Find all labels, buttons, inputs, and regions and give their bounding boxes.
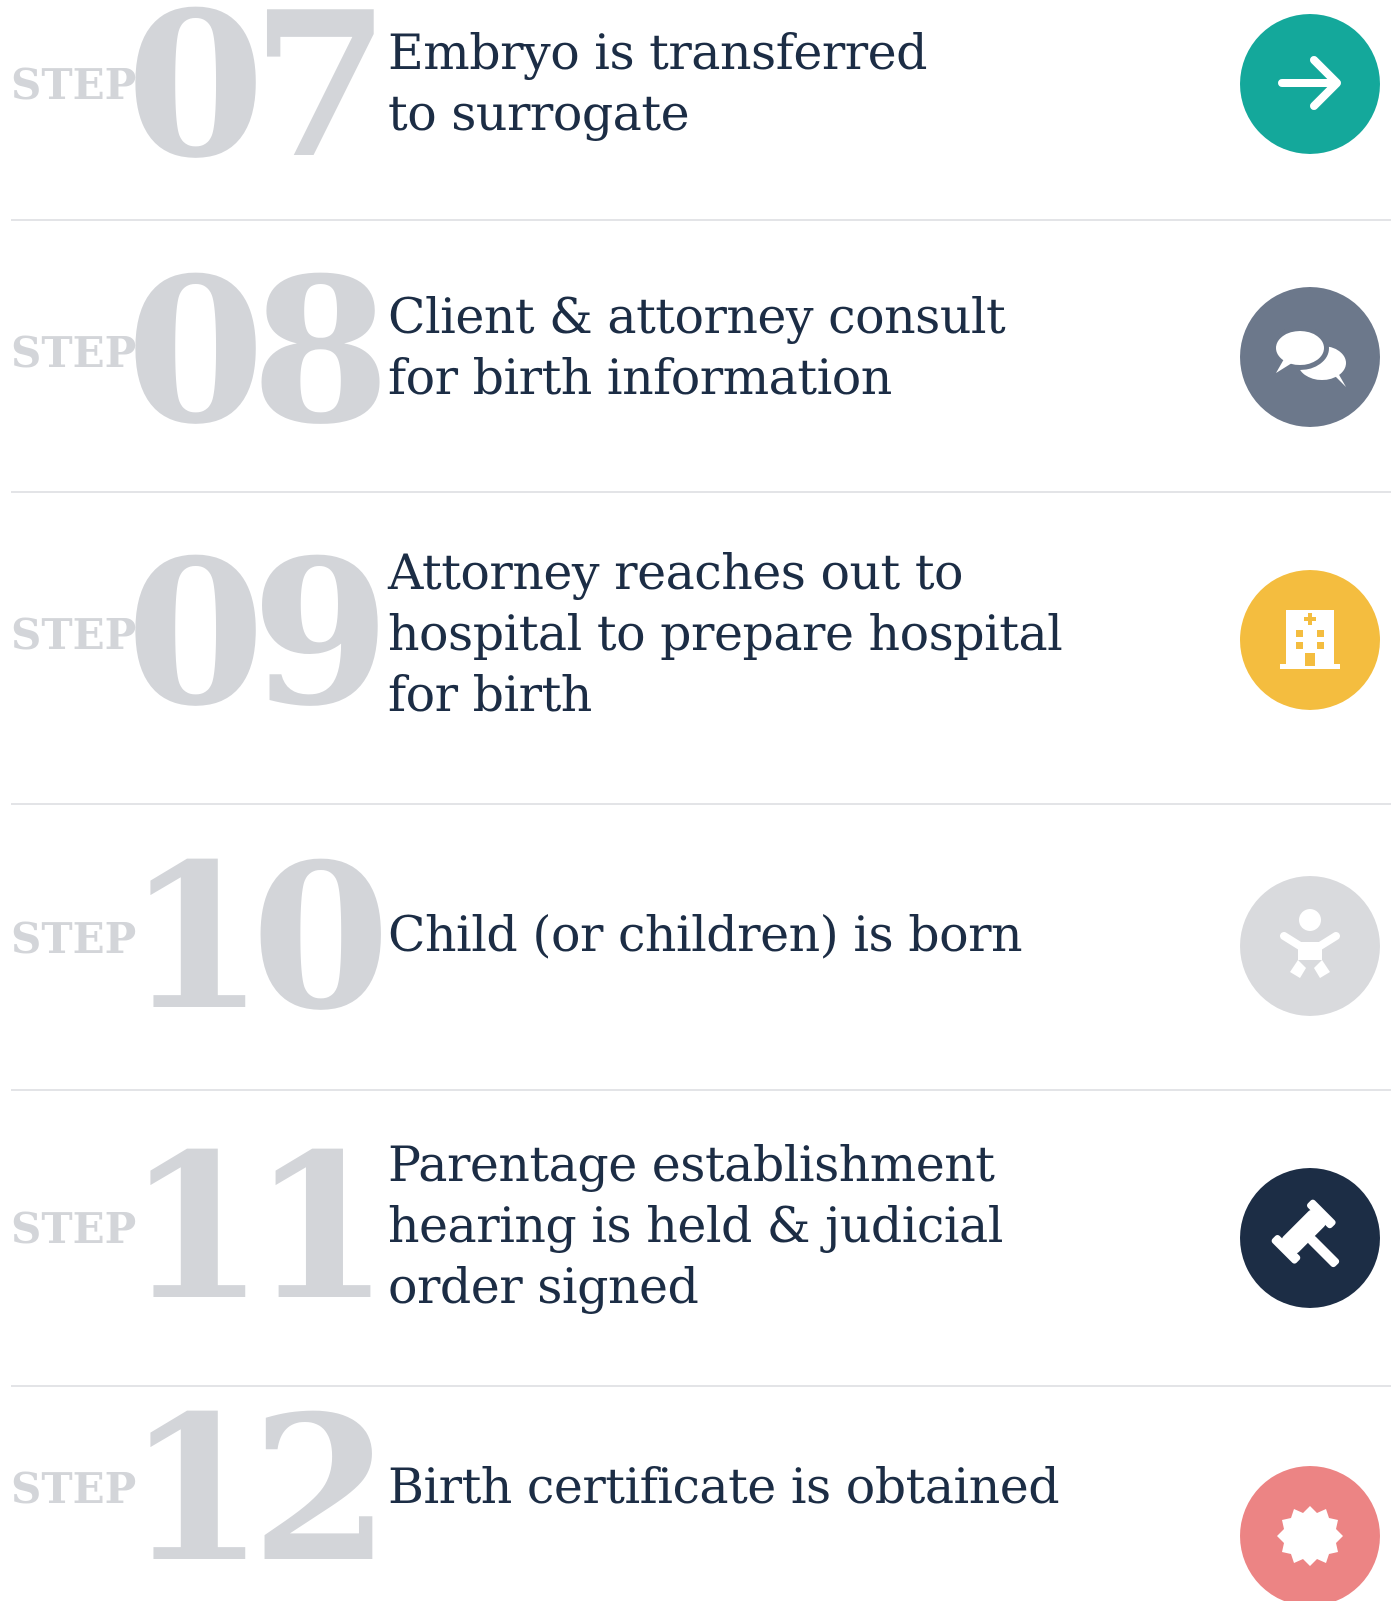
step-item: STEP 12 Birth certificate is obtained [0,1386,1392,1601]
certificate-seal-icon [1240,1466,1380,1601]
step-item: STEP 10 Child (or children) is born [0,804,1392,1090]
step-number: 10 [126,820,390,1055]
arrow-right-icon [1240,14,1380,154]
steps-list: STEP 07 Embryo is transferred to surroga… [0,0,1392,1601]
step-number: 08 [126,234,390,469]
step-number: 07 [126,0,390,203]
step-number: 09 [126,516,390,751]
step-description-line: hearing is held & judicial [388,1197,1003,1254]
step-description: Attorney reaches out to hospital to prep… [388,542,1128,725]
step-description-line: Attorney reaches out to [388,544,964,601]
step-item: STEP 07 Embryo is transferred to surroga… [0,0,1392,220]
step-description-line: for birth [388,666,592,723]
step-label: STEP [11,1204,137,1253]
chat-bubbles-icon [1240,287,1380,427]
step-label: STEP [11,914,137,963]
step-description-line: to surrogate [388,85,690,142]
step-description-line: Child (or children) is born [388,906,1023,963]
step-description-line: for birth information [388,349,892,406]
step-item: STEP 09 Attorney reaches out to hospital… [0,492,1392,804]
step-description: Child (or children) is born [388,904,1128,965]
step-description: Client & attorney consult for birth info… [388,286,1128,408]
step-description-line: order signed [388,1258,699,1315]
step-description: Parentage establishment hearing is held … [388,1134,1128,1317]
step-description-line: Client & attorney consult [388,288,1006,345]
gavel-icon [1240,1168,1380,1308]
step-description-line: hospital to prepare hospital [388,605,1063,662]
step-item: STEP 08 Client & attorney consult for bi… [0,220,1392,492]
step-label: STEP [11,610,137,659]
step-description: Birth certificate is obtained [388,1456,1128,1517]
step-description: Embryo is transferred to surrogate [388,22,1128,144]
hospital-icon [1240,570,1380,710]
step-label: STEP [11,328,137,377]
step-label: STEP [11,1464,137,1513]
baby-icon [1240,876,1380,1016]
step-number: 11 [126,1110,390,1345]
step-label: STEP [11,60,137,109]
step-number: 12 [126,1386,390,1601]
step-description-line: Birth certificate is obtained [388,1458,1060,1515]
step-description-line: Embryo is transferred [388,24,928,81]
step-description-line: Parentage establishment [388,1136,995,1193]
step-item: STEP 11 Parentage establishment hearing … [0,1090,1392,1386]
